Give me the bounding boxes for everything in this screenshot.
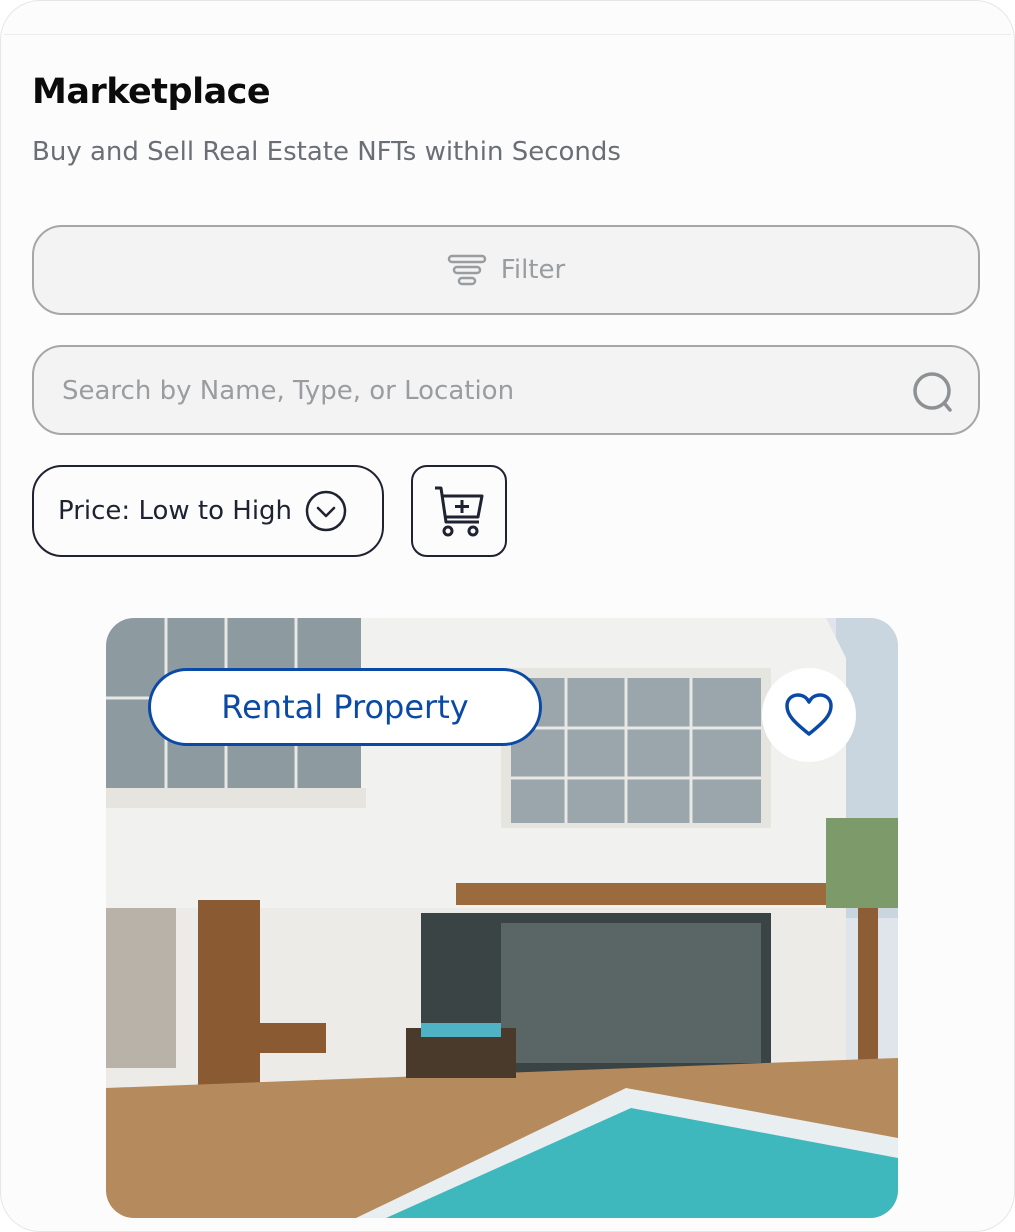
top-divider <box>4 34 1011 35</box>
search-icon[interactable] <box>912 371 956 415</box>
page-subtitle: Buy and Sell Real Estate NFTs within Sec… <box>32 137 621 167</box>
filter-icon <box>447 254 487 286</box>
heart-icon <box>785 693 833 736</box>
sort-selected-value: Price: Low to High <box>58 496 293 526</box>
category-badge: Rental Property <box>148 668 542 746</box>
cart-plus-icon <box>435 486 484 537</box>
sort-dropdown[interactable]: Price: Low to High <box>32 465 384 557</box>
favorite-button[interactable] <box>762 668 856 762</box>
page-title: Marketplace <box>32 72 271 112</box>
add-to-cart-button[interactable] <box>411 465 507 557</box>
filter-button[interactable]: Filter <box>32 225 980 315</box>
search-input[interactable] <box>60 347 904 435</box>
search-field <box>32 345 980 435</box>
filter-label: Filter <box>500 255 566 285</box>
chevron-down-circle-icon <box>305 490 347 532</box>
